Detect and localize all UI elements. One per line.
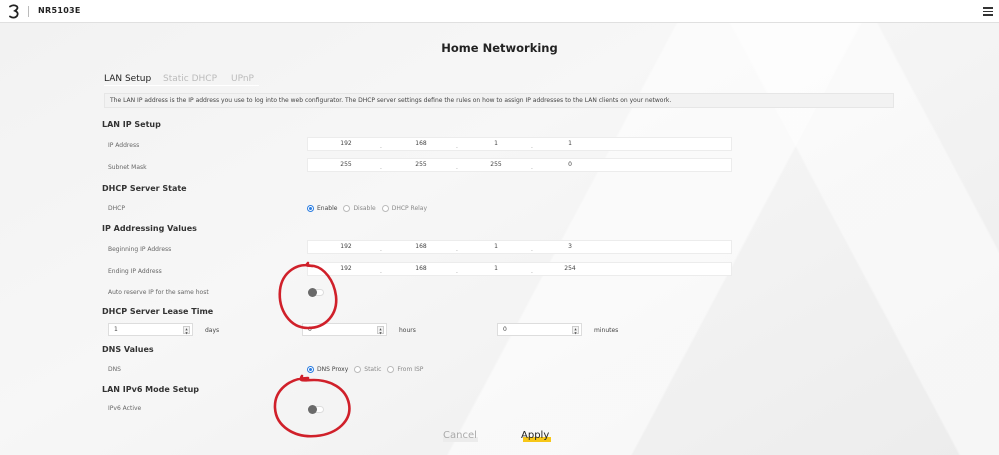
hamburger-icon[interactable] [983, 7, 993, 16]
ipv6-active-label: IPv6 Active [108, 405, 142, 412]
stepper-arrows-icon[interactable]: ▲ ▼ [377, 326, 384, 335]
ip-address-field[interactable]: 192 . 168 . 1 . 1 [307, 137, 732, 151]
cancel-button[interactable]: Cancel [443, 430, 478, 442]
subnet-octet-4[interactable]: 0 [550, 161, 590, 168]
days-unit-label: days [205, 327, 220, 334]
ip-octet-4[interactable]: 1 [550, 140, 590, 147]
begin-octet-2[interactable]: 168 [401, 243, 441, 250]
lease-hours-input[interactable]: 0 ▲ ▼ [302, 323, 387, 336]
tab-underline [104, 85, 259, 86]
dhcp-option-disable[interactable]: Disable [343, 205, 376, 212]
page-title: Home Networking [441, 41, 558, 55]
lease-minutes-input[interactable]: 0 ▲ ▼ [497, 323, 582, 336]
end-octet-2[interactable]: 168 [401, 265, 441, 272]
stepper-arrows-icon[interactable]: ▲ ▼ [572, 326, 579, 335]
end-octet-3[interactable]: 1 [476, 265, 516, 272]
tab-static-dhcp[interactable]: Static DHCP [163, 74, 217, 84]
ip-address-label: IP Address [108, 142, 140, 149]
dhcp-radio-group: Enable Disable DHCP Relay [307, 205, 433, 212]
dhcp-label: DHCP [108, 205, 125, 212]
top-bar: NR5103E [0, 0, 999, 23]
lease-days-input[interactable]: 1 ▲ ▼ [108, 323, 193, 336]
octet-separator: . [531, 268, 533, 275]
auto-reserve-toggle[interactable] [308, 288, 324, 297]
dhcp-option-relay[interactable]: DHCP Relay [381, 205, 427, 212]
dns-radio-group: DNS Proxy Static From ISP [307, 366, 429, 373]
lease-hours-value: 0 [308, 326, 312, 333]
octet-separator: . [456, 143, 458, 150]
tab-lan-setup[interactable]: LAN Setup [104, 74, 156, 87]
section-ip-addressing-values: IP Addressing Values [102, 224, 197, 233]
tab-upnp[interactable]: UPnP [231, 74, 254, 84]
ending-ip-field[interactable]: 192 . 168 . 1 . 254 [307, 262, 732, 276]
toggle-knob [308, 288, 317, 297]
octet-separator: . [380, 246, 382, 253]
octet-separator: . [531, 143, 533, 150]
end-octet-4[interactable]: 254 [550, 265, 590, 272]
subnet-octet-3[interactable]: 255 [476, 161, 516, 168]
radio-unselected[interactable] [354, 366, 362, 373]
section-dhcp-server-state: DHCP Server State [102, 184, 187, 193]
octet-separator: . [456, 164, 458, 171]
auto-reserve-label: Auto reserve IP for the same host [108, 289, 209, 296]
ip-octet-3[interactable]: 1 [476, 140, 516, 147]
subnet-octet-2[interactable]: 255 [401, 161, 441, 168]
toggle-knob [308, 405, 317, 414]
end-octet-1[interactable]: 192 [326, 265, 366, 272]
section-lan-ip-setup: LAN IP Setup [102, 120, 161, 129]
begin-octet-1[interactable]: 192 [326, 243, 366, 250]
hours-unit-label: hours [399, 327, 416, 334]
octet-separator: . [380, 268, 382, 275]
apply-button[interactable]: Apply [521, 430, 551, 442]
subnet-octet-1[interactable]: 255 [326, 161, 366, 168]
beginning-ip-field[interactable]: 192 . 168 . 1 . 3 [307, 240, 732, 254]
octet-separator: . [380, 164, 382, 171]
radio-selected[interactable] [307, 205, 314, 212]
dns-label: DNS [108, 366, 121, 373]
device-model: NR5103E [38, 6, 81, 15]
dns-option-static[interactable]: Static [354, 366, 381, 373]
beginning-ip-label: Beginning IP Address [108, 246, 172, 253]
info-banner: The LAN IP address is the IP address you… [104, 93, 894, 108]
octet-separator: . [456, 268, 458, 275]
ending-ip-label: Ending IP Address [108, 268, 162, 275]
radio-unselected[interactable] [343, 205, 351, 212]
lease-days-value: 1 [114, 326, 118, 333]
minutes-unit-label: minutes [594, 327, 619, 334]
begin-octet-4[interactable]: 3 [550, 243, 590, 250]
ip-octet-1[interactable]: 192 [326, 140, 366, 147]
radio-unselected[interactable] [387, 366, 395, 373]
ip-octet-2[interactable]: 168 [401, 140, 441, 147]
section-dns-values: DNS Values [102, 345, 154, 354]
ipv6-active-toggle[interactable] [308, 405, 324, 414]
section-dhcp-lease-time: DHCP Server Lease Time [102, 307, 214, 316]
octet-separator: . [456, 246, 458, 253]
subnet-mask-label: Subnet Mask [108, 164, 147, 171]
octet-separator: . [531, 164, 533, 171]
dhcp-option-enable[interactable]: Enable [307, 205, 337, 212]
lease-minutes-value: 0 [503, 326, 507, 333]
radio-unselected[interactable] [381, 205, 389, 212]
subnet-mask-field[interactable]: 255 . 255 . 255 . 0 [307, 158, 732, 172]
dns-option-proxy[interactable]: DNS Proxy [307, 366, 348, 373]
radio-selected[interactable] [307, 366, 314, 373]
begin-octet-3[interactable]: 1 [476, 243, 516, 250]
octet-separator: . [380, 143, 382, 150]
octet-separator: . [531, 246, 533, 253]
section-lan-ipv6-mode: LAN IPv6 Mode Setup [102, 385, 200, 394]
dns-option-from-isp[interactable]: From ISP [387, 366, 423, 373]
three-logo-icon[interactable] [8, 4, 20, 19]
header-divider [28, 6, 29, 17]
stepper-arrows-icon[interactable]: ▲ ▼ [183, 326, 190, 335]
